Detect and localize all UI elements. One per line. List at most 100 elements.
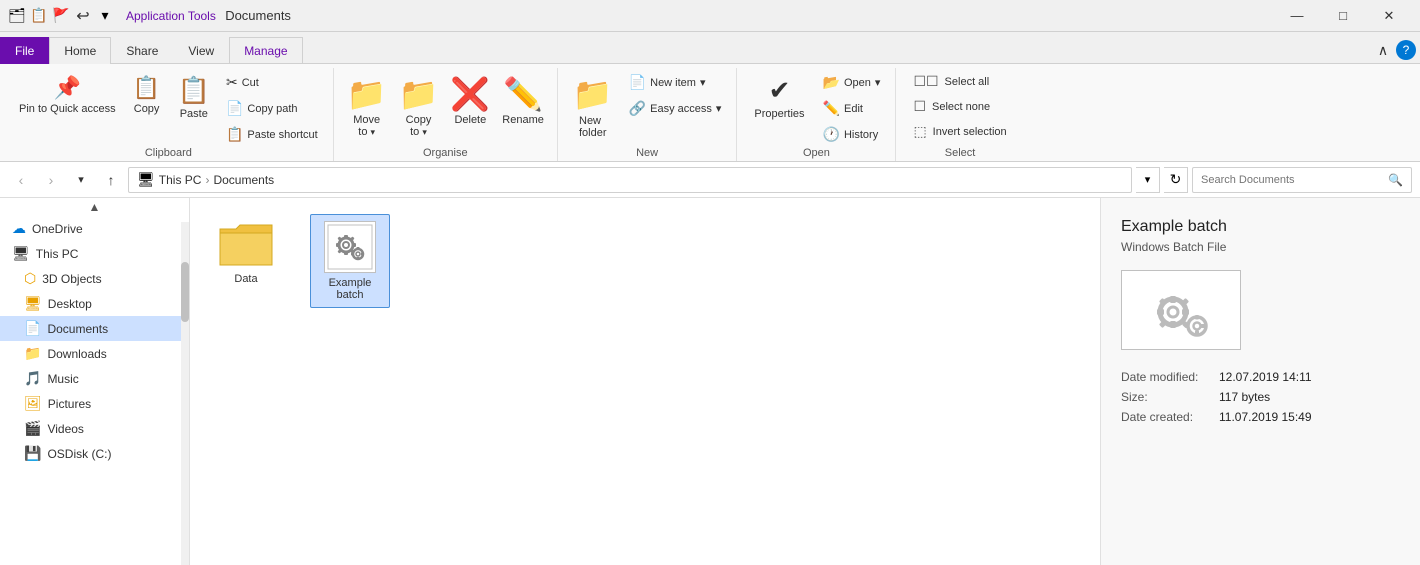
edit-label: Edit (844, 103, 863, 115)
sidebar-scroll-up[interactable]: ▲ (0, 198, 189, 216)
copy-to-button[interactable]: 📁 Copyto ▾ (394, 70, 444, 141)
rename-label: Rename (502, 114, 544, 126)
select-buttons: ☐☐ Select all ☐ Select none ⬚ Invert sel… (904, 70, 1015, 143)
move-to-button[interactable]: 📁 Moveto ▾ (342, 70, 392, 141)
tab-file[interactable]: File (0, 37, 49, 64)
invert-selection-button[interactable]: ⬚ Invert selection (904, 120, 1015, 143)
folder-icon (218, 221, 274, 269)
new-small-buttons: 📄 New item ▾ 🔗 Easy access ▾ (622, 70, 729, 121)
dropdown-arrow-icon[interactable]: ▾ (96, 7, 114, 25)
sidebar-item-osdisk[interactable]: 💾 OSDisk (C:) (0, 441, 189, 466)
detail-thumbnail (1121, 270, 1241, 350)
undo-button[interactable]: ↩ (74, 7, 92, 25)
tab-manage[interactable]: Manage (229, 37, 302, 64)
paste-shortcut-button[interactable]: 📋 Paste shortcut (219, 122, 325, 147)
size-value: 117 bytes (1219, 390, 1270, 404)
sidebar-item-videos[interactable]: 🎬 Videos (0, 416, 189, 441)
properties-icon: ✔ (769, 75, 791, 106)
file-item-data[interactable]: Data (206, 214, 286, 308)
tab-view[interactable]: View (173, 37, 229, 64)
minimize-button[interactable]: — (1274, 0, 1320, 32)
paste-button[interactable]: 📋 Paste (171, 70, 217, 125)
select-all-icon: ☐☐ (913, 73, 938, 90)
title-bar: 🗂 📋 🚩 ↩ ▾ Application Tools Documents — … (0, 0, 1420, 32)
address-dropdown-button[interactable]: ▾ (1136, 167, 1160, 193)
select-all-button[interactable]: ☐☐ Select all (904, 70, 1015, 93)
date-created-label: Date created: (1121, 410, 1211, 424)
new-folder-button[interactable]: 📁 Newfolder (566, 70, 620, 144)
videos-label: Videos (47, 422, 83, 436)
organise-group: 📁 Moveto ▾ 📁 Copyto ▾ ❌ Delete ✏️ Rename… (334, 68, 558, 161)
batch-icon-svg (326, 223, 374, 271)
rename-button[interactable]: ✏️ Rename (497, 70, 549, 129)
ribbon-chevrons: ∧ ? (1370, 37, 1420, 63)
copy-to-icon: 📁 (399, 75, 439, 113)
tab-share[interactable]: Share (111, 37, 173, 64)
this-pc-path[interactable]: This PC (159, 173, 202, 187)
open-items: ✔ Properties 📂 Open ▾ ✏️ Edit 🕐 History (745, 70, 887, 147)
back-button[interactable]: ‹ (8, 167, 34, 193)
date-created-value: 11.07.2019 15:49 (1219, 410, 1312, 424)
refresh-button[interactable]: ↻ (1164, 167, 1188, 193)
sidebar-scrollbar[interactable] (181, 222, 189, 565)
edit-button[interactable]: ✏️ Edit (816, 96, 888, 121)
delete-label: Delete (454, 114, 486, 126)
address-path[interactable]: 🖥 This PC › Documents (128, 167, 1132, 193)
search-box[interactable]: 🔍 (1192, 167, 1412, 193)
detail-date-created-row: Date created: 11.07.2019 15:49 (1121, 410, 1400, 424)
sidebar-scrollbar-thumb[interactable] (181, 262, 189, 322)
maximize-button[interactable]: □ (1320, 0, 1366, 32)
sidebar-item-documents[interactable]: 📄 Documents (0, 316, 189, 341)
file-item-examplebatch[interactable]: Example batch (310, 214, 390, 308)
detail-panel: Example batch Windows Batch File (1100, 198, 1420, 565)
sidebar-item-downloads[interactable]: 📁 Downloads (0, 341, 189, 366)
sidebar-item-thispc[interactable]: 🖥 This PC (0, 241, 189, 266)
copy-button[interactable]: 📋 Copy (125, 70, 169, 120)
sidebar-item-pictures[interactable]: 🖼 Pictures (0, 391, 189, 416)
detail-date-modified-row: Date modified: 12.07.2019 14:11 (1121, 370, 1400, 384)
properties-button[interactable]: ✔ Properties (745, 70, 813, 125)
paste-label: Paste (180, 108, 208, 120)
new-item-button[interactable]: 📄 New item ▾ (622, 70, 729, 95)
invert-selection-label: Invert selection (933, 126, 1007, 138)
clipboard-label: Clipboard (145, 147, 192, 161)
sidebar-item-music[interactable]: 🎵 Music (0, 366, 189, 391)
onedrive-icon: ☁ (12, 220, 26, 237)
help-button[interactable]: ? (1396, 40, 1416, 60)
computer-icon: 🖥 (137, 171, 155, 188)
flag-icon: 🚩 (52, 7, 70, 25)
organise-items: 📁 Moveto ▾ 📁 Copyto ▾ ❌ Delete ✏️ Rename (342, 70, 549, 147)
sidebar-item-3dobjects[interactable]: ⬡ 3D Objects (0, 266, 189, 291)
copy-path-button[interactable]: 📄 Copy path (219, 96, 325, 121)
cut-button[interactable]: ✂ Cut (219, 70, 325, 95)
downloads-icon: 📁 (24, 345, 41, 362)
onedrive-label: OneDrive (32, 222, 83, 236)
close-button[interactable]: ✕ (1366, 0, 1412, 32)
sidebar-item-onedrive[interactable]: ☁ OneDrive (0, 216, 189, 241)
search-icon[interactable]: 🔍 (1388, 173, 1403, 187)
sidebar-item-desktop[interactable]: 🖥 Desktop (0, 291, 189, 316)
history-button[interactable]: 🕐 History (816, 122, 888, 147)
documents-path[interactable]: Documents (213, 173, 274, 187)
dropdown-recent-button[interactable]: ▾ (68, 167, 94, 193)
open-icon: 📂 (823, 74, 840, 91)
data-folder-name: Data (234, 273, 257, 285)
tab-home[interactable]: Home (49, 37, 111, 64)
delete-button[interactable]: ❌ Delete (445, 70, 495, 129)
pin-to-quick-access-button[interactable]: 📌 Pin to Quick access (12, 70, 123, 120)
ribbon-collapse-button[interactable]: ∧ (1370, 37, 1396, 63)
new-item-label: New item (650, 77, 696, 89)
copy-path-label: Copy path (247, 103, 297, 115)
select-none-label: Select none (932, 101, 990, 113)
file-area: Data (190, 198, 1100, 565)
title-bar-icons: 🗂 📋 🚩 ↩ ▾ (8, 7, 114, 25)
forward-button[interactable]: › (38, 167, 64, 193)
detail-file-name: Example batch (1121, 218, 1400, 236)
select-none-button[interactable]: ☐ Select none (904, 95, 1015, 118)
search-input[interactable] (1201, 174, 1384, 186)
up-button[interactable]: ↑ (98, 167, 124, 193)
date-modified-value: 12.07.2019 14:11 (1219, 370, 1312, 384)
easy-access-button[interactable]: 🔗 Easy access ▾ (622, 96, 729, 121)
easy-access-label: Easy access (650, 103, 712, 115)
open-button[interactable]: 📂 Open ▾ (816, 70, 888, 95)
